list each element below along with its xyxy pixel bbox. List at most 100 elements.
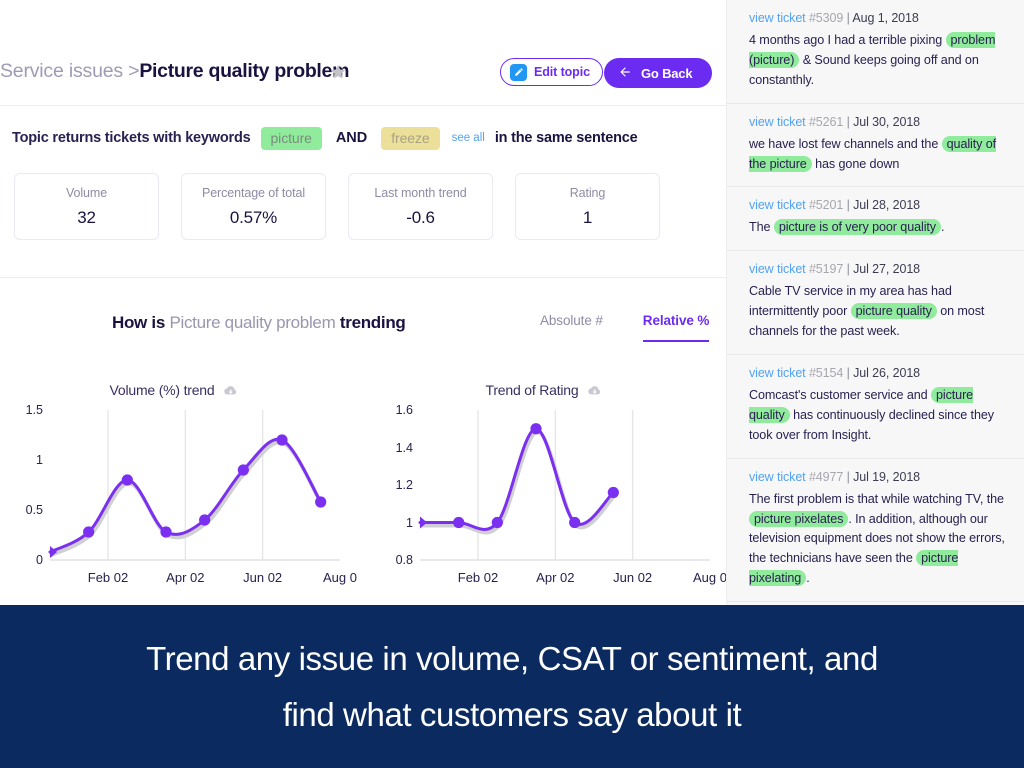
metric-value: 1 <box>582 207 593 227</box>
ticket-highlight: picture pixelates <box>749 510 849 527</box>
metric-card: Volume 32 <box>14 173 159 240</box>
x-axis-tick-label: Apr 02 <box>536 570 575 585</box>
ticket-id: #5261 <box>808 114 844 129</box>
ticket-text: . <box>806 571 810 586</box>
metric-card: Percentage of total 0.57% <box>181 173 326 240</box>
ticket-meta: view ticket #5309 | Aug 1, 2018 <box>749 11 1010 25</box>
chart-title: Trend of Rating <box>378 382 710 398</box>
ticket-meta: view ticket #5197 | Jul 27, 2018 <box>749 262 1010 276</box>
trending-title: How is Picture quality problem trending <box>112 313 406 333</box>
ticket-body: we have lost few channels and the qualit… <box>749 135 1010 175</box>
trending-title-suffix: trending <box>339 313 406 332</box>
breadcrumb: Service issues >Picture quality problem <box>0 60 349 83</box>
metric-label: Last month trend <box>374 185 467 200</box>
x-axis-tick-label: Aug 0 <box>323 570 357 585</box>
y-axis-tick-label: 1 <box>36 453 43 467</box>
breadcrumb-current: Picture quality problem <box>139 60 350 82</box>
keyword-chip-1[interactable]: picture <box>260 126 322 150</box>
tickets-panel[interactable]: view ticket #5309 | Aug 1, 2018 4 months … <box>726 0 1024 610</box>
ticket-id: #5197 <box>808 262 844 277</box>
trend-mode-tabs: Absolute # Relative % <box>540 313 709 342</box>
chart-plot-area: 0.8 1 1.2 1.4 1.6 Feb 02 Apr 02 Jun 02 Aug 0 <box>396 403 726 585</box>
ticket-meta: view ticket #4977 | Jul 19, 2018 <box>749 470 1010 484</box>
caption-banner: Trend any issue in volume, CSAT or senti… <box>0 605 1024 768</box>
ticket-item[interactable]: view ticket #5261 | Jul 30, 2018 we have … <box>727 104 1024 188</box>
ticket-date: Aug 1, 2018 <box>852 11 919 25</box>
breadcrumb-parent[interactable]: Service issues > <box>0 60 140 82</box>
view-ticket-link[interactable]: view ticket <box>749 11 806 25</box>
view-ticket-link[interactable]: view ticket <box>749 366 806 380</box>
ticket-item[interactable]: view ticket #5197 | Jul 27, 2018 Cable TV… <box>727 251 1024 356</box>
view-ticket-link[interactable]: view ticket <box>749 115 806 129</box>
ticket-date: Jul 26, 2018 <box>853 366 921 381</box>
y-axis-tick-label: 0 <box>36 553 43 567</box>
trending-title-prefix: How is <box>112 313 165 332</box>
y-axis-tick-label: 1 <box>406 515 413 530</box>
x-axis-tick-label: Jun 02 <box>613 570 653 585</box>
ticket-meta-separator: | <box>843 198 854 213</box>
chart-title-text: Trend of Rating <box>485 382 579 398</box>
chart-title-text: Volume (%) trend <box>109 382 215 398</box>
ticket-text: we have lost few channels and the <box>749 136 942 151</box>
topic-header: Service issues >Picture quality problem … <box>0 58 726 104</box>
ticket-body: Cable TV service in my area has had inte… <box>749 282 1010 342</box>
star-icon[interactable] <box>329 63 347 81</box>
metric-value: 0.57% <box>229 207 278 227</box>
edit-topic-button[interactable]: Edit topic <box>500 58 603 86</box>
ticket-meta-separator: | <box>843 469 854 484</box>
metric-value: 32 <box>77 207 96 227</box>
x-axis-tick-label: Aug 0 <box>693 570 726 585</box>
ticket-date: Jul 19, 2018 <box>853 469 921 484</box>
rule-suffix: in the same sentence <box>494 130 638 146</box>
trending-title-topic: Picture quality problem <box>169 313 336 332</box>
view-ticket-link[interactable]: view ticket <box>749 262 806 276</box>
ticket-date: Jul 27, 2018 <box>853 262 921 277</box>
header-divider <box>0 105 726 106</box>
ticket-id: #4977 <box>808 469 844 484</box>
topic-detail-panel: Service issues >Picture quality problem … <box>0 0 726 610</box>
cloud-download-icon[interactable] <box>222 384 238 396</box>
cloud-download-icon[interactable] <box>586 384 602 396</box>
ticket-body: The first problem is that while watching… <box>749 490 1010 589</box>
ticket-highlight: picture quality <box>850 303 937 320</box>
caption-line-2: find what customers say about it <box>282 695 742 733</box>
topic-rule: Topic returns tickets with keywords pict… <box>12 126 638 150</box>
tab-absolute[interactable]: Absolute # <box>540 313 603 342</box>
ticket-id: #5201 <box>808 198 844 213</box>
go-back-button[interactable]: Go Back <box>604 58 712 88</box>
ticket-meta: view ticket #5261 | Jul 30, 2018 <box>749 115 1010 129</box>
ticket-item[interactable]: view ticket #5201 | Jul 28, 2018 The pict… <box>727 187 1024 252</box>
ticket-item[interactable]: view ticket #4977 | Jul 19, 2018 The firs… <box>727 459 1024 603</box>
tab-relative[interactable]: Relative % <box>642 313 709 342</box>
metric-value: -0.6 <box>406 207 435 227</box>
arrow-left-icon <box>618 65 632 81</box>
ticket-item[interactable]: view ticket #5309 | Aug 1, 2018 4 months … <box>727 0 1024 104</box>
ticket-item[interactable]: view ticket #5154 | Jul 26, 2018 Comcast'… <box>727 355 1024 459</box>
ticket-text: The first problem is that while watching… <box>749 491 1004 506</box>
ticket-id: #5309 <box>808 11 844 25</box>
view-ticket-link[interactable]: view ticket <box>749 470 806 484</box>
caption-line-1: Trend any issue in volume, CSAT or senti… <box>146 639 878 677</box>
ticket-meta-separator: | <box>843 114 854 129</box>
metric-label: Rating <box>569 185 606 200</box>
metric-card: Rating 1 <box>515 173 660 240</box>
see-all-link[interactable]: see all <box>452 132 485 144</box>
ticket-text: The <box>749 220 774 235</box>
pencil-icon <box>510 63 527 81</box>
ticket-highlight: picture is of very poor quality <box>773 219 942 236</box>
metric-label: Percentage of total <box>201 185 306 200</box>
ticket-date: Jul 30, 2018 <box>853 114 921 129</box>
view-ticket-link[interactable]: view ticket <box>749 198 806 212</box>
y-axis-tick-label: 0.5 <box>25 503 43 517</box>
metric-label: Volume <box>65 185 108 200</box>
y-axis-tick-label: 0.8 <box>395 553 413 567</box>
rule-operator: AND <box>335 130 368 146</box>
ticket-body: Comcast's customer service and picture q… <box>749 386 1010 446</box>
x-axis-tick-label: Feb 02 <box>457 570 499 585</box>
go-back-label: Go Back <box>641 65 693 81</box>
y-axis-tick-label: 1.6 <box>395 403 413 417</box>
section-divider <box>0 277 726 278</box>
ticket-date: Jul 28, 2018 <box>853 198 921 213</box>
ticket-meta-separator: | <box>843 366 854 381</box>
keyword-chip-2[interactable]: freeze <box>381 126 440 150</box>
